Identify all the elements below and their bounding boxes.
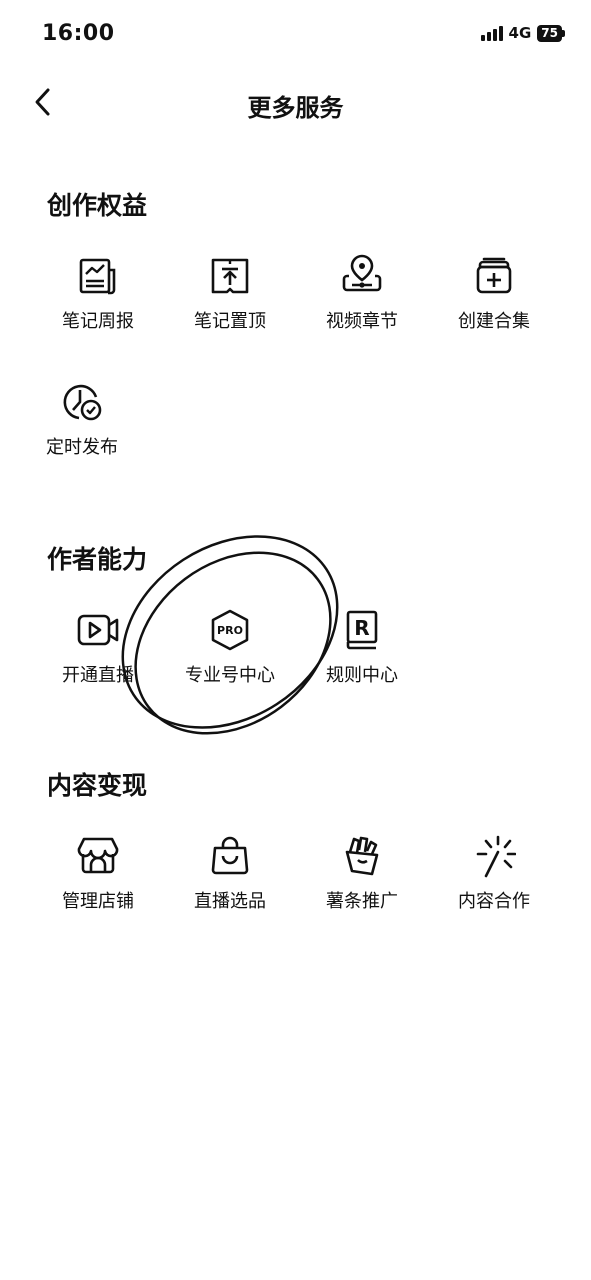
page-title: 更多服务 — [247, 94, 344, 122]
pin-top-icon — [211, 258, 249, 294]
live-product-selection-label: 直播选品 — [194, 891, 266, 912]
battery-level: 75 — [537, 24, 562, 42]
status-bar: 16:00 4G 75 — [0, 0, 591, 70]
create-collection-item[interactable]: 创建合集 — [434, 254, 554, 344]
pro-center-item[interactable]: PRO 专业号中心 — [170, 608, 290, 698]
shopping-bag-icon — [211, 836, 249, 875]
scheduled-publish-label: 定时发布 — [46, 437, 118, 458]
battery-icon: 75 — [537, 24, 565, 42]
manage-store-label: 管理店铺 — [62, 891, 134, 912]
report-icon — [79, 258, 116, 295]
content-cooperation-item[interactable]: 内容合作 — [434, 834, 554, 924]
pro-badge-icon: PRO — [211, 609, 249, 651]
pin-note-label: 笔记置顶 — [194, 311, 266, 332]
pro-center-label: 专业号中心 — [185, 665, 275, 686]
svg-text:R: R — [354, 616, 369, 640]
network-type: 4G — [508, 24, 532, 42]
create-collection-label: 创建合集 — [458, 311, 530, 332]
rules-book-icon: R — [346, 610, 378, 650]
svg-text:PRO: PRO — [217, 624, 243, 637]
video-chapter-icon — [342, 254, 382, 292]
scheduled-publish-item[interactable]: 定时发布 — [22, 380, 142, 470]
status-indicators: 4G 75 — [480, 24, 565, 42]
fries-promotion-label: 薯条推广 — [326, 891, 398, 912]
store-icon — [77, 837, 119, 874]
section-title-creation-benefits: 创作权益 — [47, 191, 148, 220]
rules-center-item[interactable]: R 规则中心 — [302, 608, 422, 698]
live-product-selection-item[interactable]: 直播选品 — [170, 834, 290, 924]
video-chapter-label: 视频章节 — [326, 311, 398, 332]
weekly-report-item[interactable]: 笔记周报 — [38, 254, 158, 344]
fries-icon — [345, 836, 379, 876]
add-collection-icon — [476, 257, 512, 294]
section-title-content-monetization: 内容变现 — [47, 771, 148, 800]
clock-check-icon — [63, 384, 102, 421]
go-live-label: 开通直播 — [62, 665, 134, 686]
rules-center-label: 规则中心 — [326, 665, 398, 686]
sparkle-icon — [476, 835, 516, 878]
manage-store-item[interactable]: 管理店铺 — [38, 834, 158, 924]
content-cooperation-label: 内容合作 — [458, 891, 530, 912]
video-chapter-item[interactable]: 视频章节 — [302, 254, 422, 344]
go-live-item[interactable]: 开通直播 — [38, 608, 158, 698]
section-title-author-abilities: 作者能力 — [47, 545, 148, 574]
pin-note-item[interactable]: 笔记置顶 — [170, 254, 290, 344]
nav-bar: 更多服务 — [0, 70, 591, 136]
weekly-report-label: 笔记周报 — [62, 311, 134, 332]
live-camera-icon — [77, 614, 119, 646]
status-time: 16:00 — [42, 21, 115, 46]
fries-promotion-item[interactable]: 薯条推广 — [302, 834, 422, 924]
signal-icon — [480, 25, 503, 41]
